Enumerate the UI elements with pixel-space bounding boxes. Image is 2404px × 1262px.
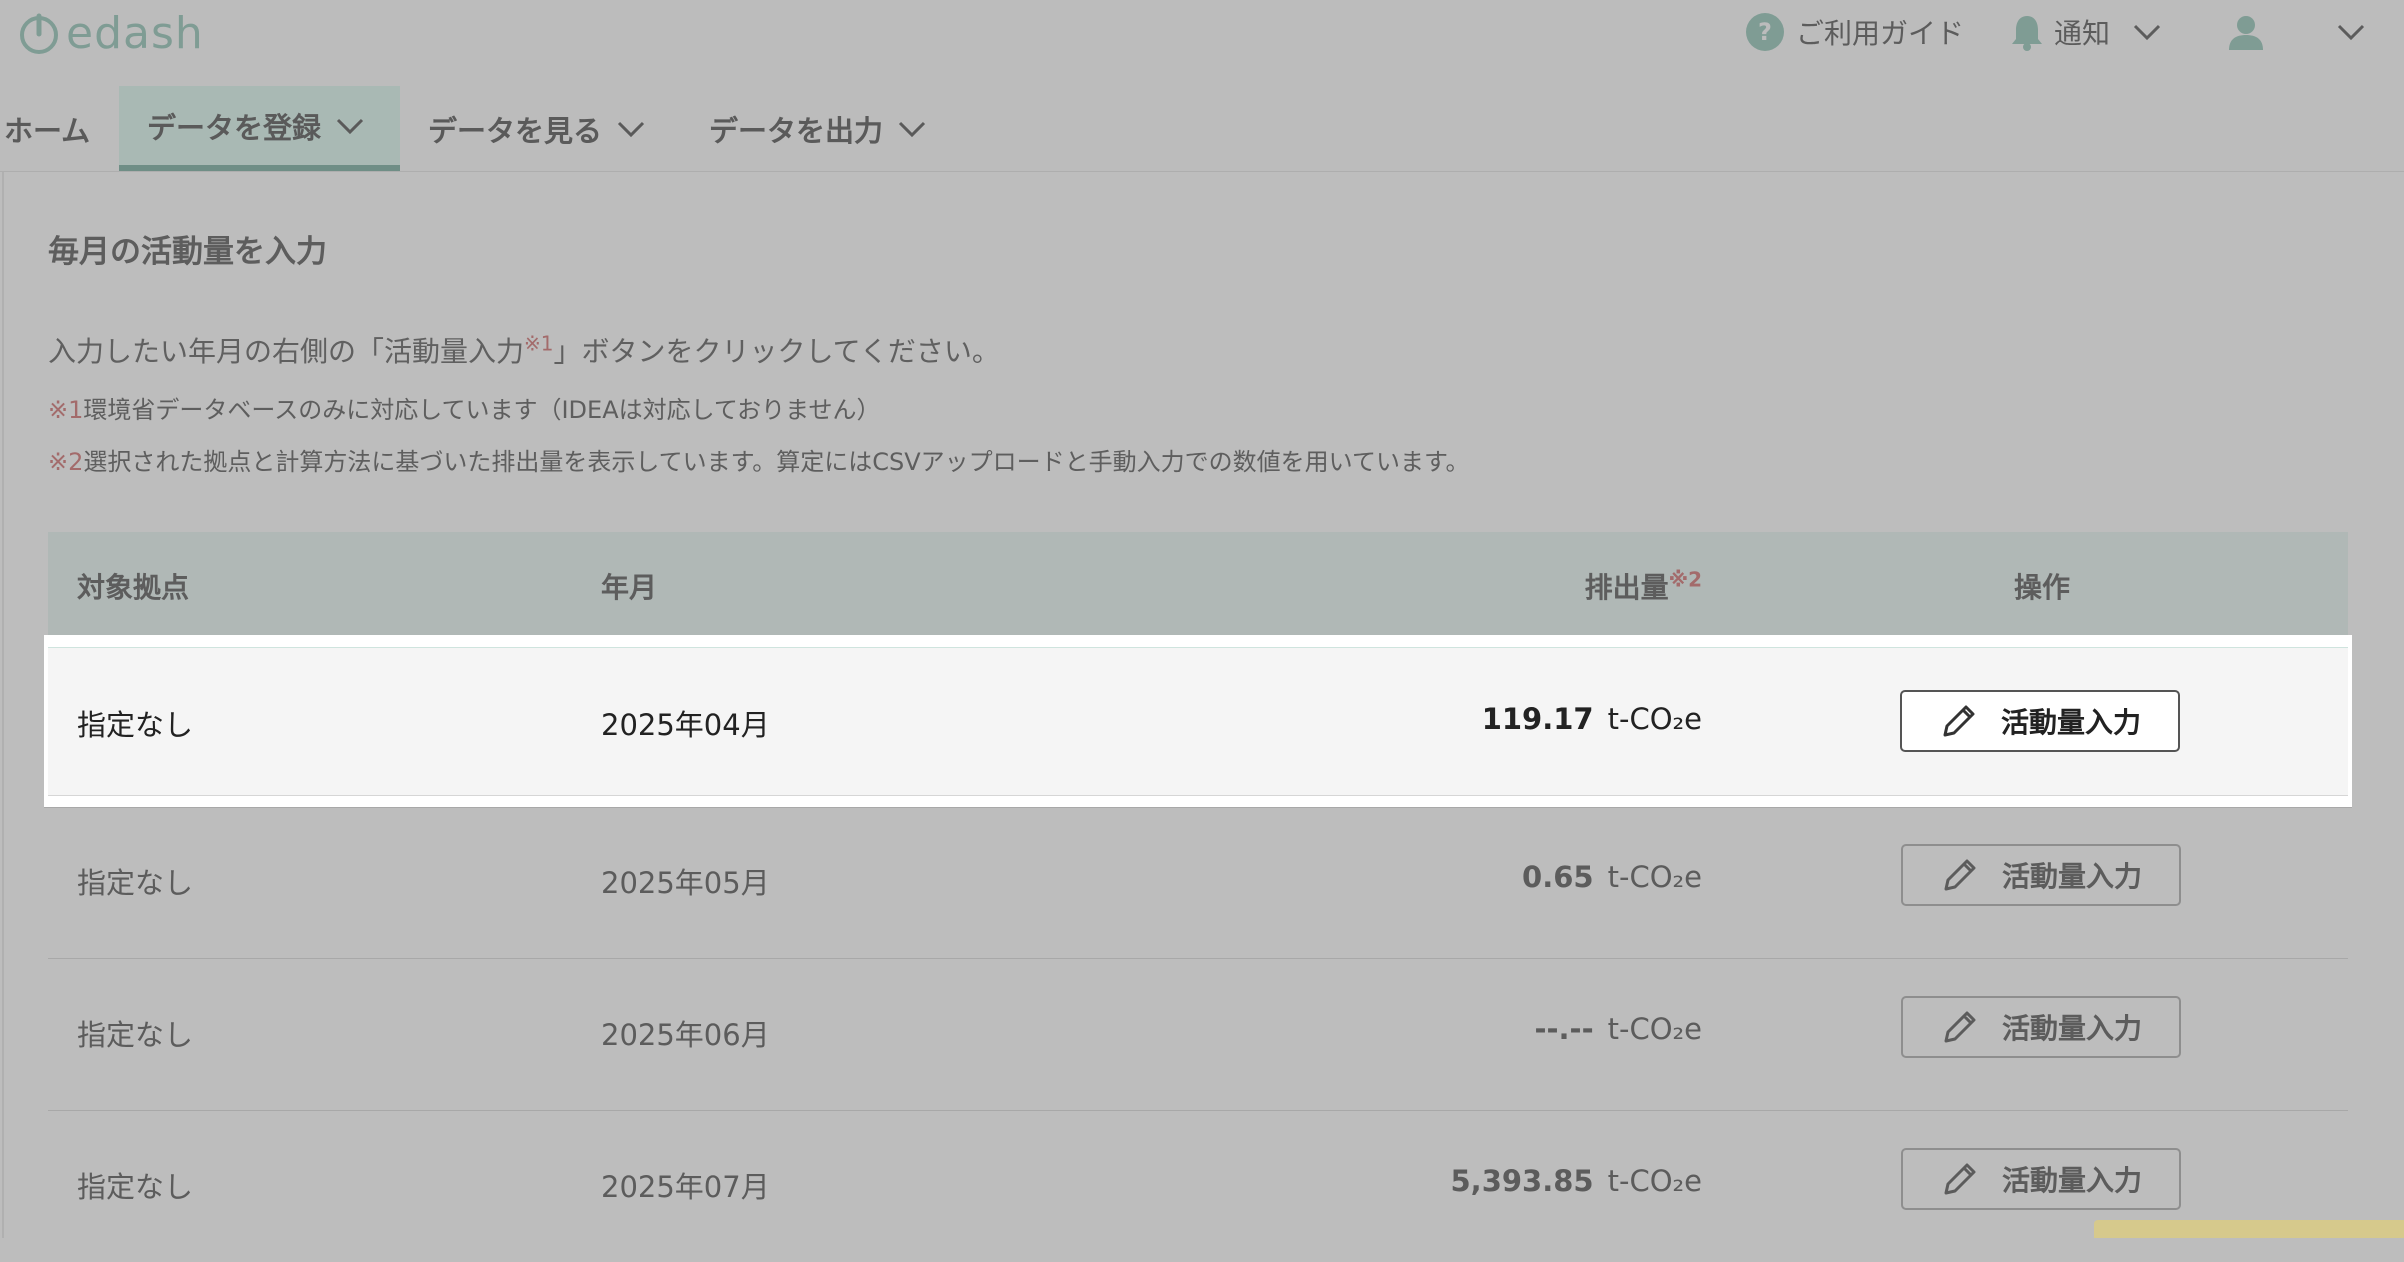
note-mark: ※1 xyxy=(48,396,84,424)
table-row: 指定なし 2025年04月 119.17 t-CO₂e 活動量入力 xyxy=(44,635,2352,808)
floating-widget-edge[interactable] xyxy=(2094,1220,2404,1238)
button-label: 活動量入力 xyxy=(2000,706,2141,739)
activity-input-button[interactable]: 活動量入力 xyxy=(1901,1148,2181,1210)
emission-cell: --.-- t-CO₂e xyxy=(1534,1012,1702,1046)
instructions-text: 入力したい年月の右側の「活動量入力 xyxy=(48,335,525,368)
nav-register-data[interactable]: データを登録 xyxy=(119,86,400,171)
emission-value: 119.17 xyxy=(1481,702,1594,736)
pencil-icon xyxy=(1944,1011,1976,1043)
instructions: 入力したい年月の右側の「活動量入力※1」ボタンをクリックしてください。 xyxy=(48,330,1000,370)
site-cell: 指定なし xyxy=(77,1018,194,1052)
button-label: 活動量入力 xyxy=(2001,1164,2142,1197)
note-2: ※2選択された拠点と計算方法に基づいた排出量を表示しています。算定にはCSVアッ… xyxy=(48,442,1470,477)
emission-value: --.-- xyxy=(1534,1012,1594,1046)
header-emission-label: 排出量 xyxy=(1584,571,1669,604)
chevron-down-icon xyxy=(2337,24,2365,41)
nav-export-label: データを出力 xyxy=(709,113,884,148)
button-label: 活動量入力 xyxy=(2001,860,2142,893)
nav-view-label: データを見る xyxy=(428,113,603,148)
table-row: 指定なし 2025年06月 --.-- t-CO₂e 活動量入力 xyxy=(48,960,2348,1111)
chevron-down-icon xyxy=(336,118,364,134)
nav-home[interactable]: ホーム xyxy=(4,86,114,171)
note-1: ※1環境省データベースのみに対応しています（IDEAは対応しておりません） xyxy=(48,390,880,425)
site-cell: 指定なし xyxy=(77,1170,194,1204)
emission-unit: t-CO₂e xyxy=(1607,860,1702,894)
activity-input-button[interactable]: 活動量入力 xyxy=(1901,844,2181,906)
note-1-text: 環境省データベースのみに対応しています（IDEAは対応しておりません） xyxy=(83,396,881,424)
site-cell: 指定なし xyxy=(77,866,194,900)
pencil-icon xyxy=(1944,859,1976,891)
logo-text: edash xyxy=(66,7,204,59)
emission-value: 5,393.85 xyxy=(1450,1164,1594,1198)
site-cell: 指定なし xyxy=(77,708,194,742)
top-bar: edash ? ご利用ガイド 通知 xyxy=(0,0,2404,87)
main-nav: ホーム データを登録 データを見る データを出力 xyxy=(0,86,2404,172)
pencil-icon xyxy=(1944,1163,1976,1195)
table-header: 対象拠点 年月 排出量※2 操作 xyxy=(48,532,2348,636)
nav-register-label: データを登録 xyxy=(147,110,322,145)
bell-icon xyxy=(2012,16,2042,51)
instructions-text-end: 」ボタンをクリックしてください。 xyxy=(553,335,1000,368)
header-month: 年月 xyxy=(601,571,658,604)
emission-unit: t-CO₂e xyxy=(1607,702,1702,736)
header-action: 操作 xyxy=(2014,571,2071,604)
month-cell: 2025年05月 xyxy=(601,866,770,900)
user-icon xyxy=(2229,16,2263,50)
header-emission: 排出量※2 xyxy=(1585,566,1702,606)
nav-view-data[interactable]: データを見る xyxy=(428,86,646,171)
emission-cell: 5,393.85 t-CO₂e xyxy=(1451,1164,1703,1198)
question-icon: ? xyxy=(1746,13,1784,51)
note-mark: ※2 xyxy=(1668,567,1702,592)
nav-export-data[interactable]: データを出力 xyxy=(709,86,927,171)
emission-unit: t-CO₂e xyxy=(1607,1012,1702,1046)
guide-link[interactable]: ? ご利用ガイド xyxy=(1746,12,1964,52)
chevron-down-icon xyxy=(617,121,645,137)
power-logo-icon xyxy=(20,13,58,54)
note-2-text: 選択された拠点と計算方法に基づいた排出量を表示しています。算定にはCSVアップロ… xyxy=(83,448,1470,476)
table-row-inner: 指定なし 2025年04月 119.17 t-CO₂e 活動量入力 xyxy=(48,647,2348,796)
emission-cell: 0.65 t-CO₂e xyxy=(1522,860,1702,894)
note-mark: ※2 xyxy=(48,448,84,476)
month-cell: 2025年04月 xyxy=(601,708,770,742)
logo[interactable]: edash xyxy=(16,7,204,59)
button-label: 活動量入力 xyxy=(2001,1012,2142,1045)
month-cell: 2025年06月 xyxy=(601,1018,770,1052)
chevron-down-icon xyxy=(2133,24,2161,41)
notice-label: 通知 xyxy=(2054,17,2111,50)
pencil-icon xyxy=(1943,705,1975,737)
notification-menu[interactable]: 通知 xyxy=(2010,12,2172,52)
emission-unit: t-CO₂e xyxy=(1607,1164,1702,1198)
page-title: 毎月の活動量を入力 xyxy=(48,234,327,270)
chevron-down-icon xyxy=(898,121,926,137)
user-menu[interactable] xyxy=(2226,12,2366,52)
table-row: 指定なし 2025年07月 5,393.85 t-CO₂e 活動量入力 xyxy=(48,1112,2348,1262)
month-cell: 2025年07月 xyxy=(601,1170,770,1204)
nav-home-label: ホーム xyxy=(4,113,91,148)
header-site: 対象拠点 xyxy=(77,571,190,604)
activity-input-button[interactable]: 活動量入力 xyxy=(1901,996,2181,1058)
table-row: 指定なし 2025年05月 0.65 t-CO₂e 活動量入力 xyxy=(48,808,2348,959)
emission-value: 0.65 xyxy=(1522,860,1594,894)
note-mark: ※1 xyxy=(524,331,554,356)
emission-cell: 119.17 t-CO₂e xyxy=(1482,702,1702,736)
activity-input-button[interactable]: 活動量入力 xyxy=(1900,690,2180,752)
guide-label: ご利用ガイド xyxy=(1796,17,1965,50)
